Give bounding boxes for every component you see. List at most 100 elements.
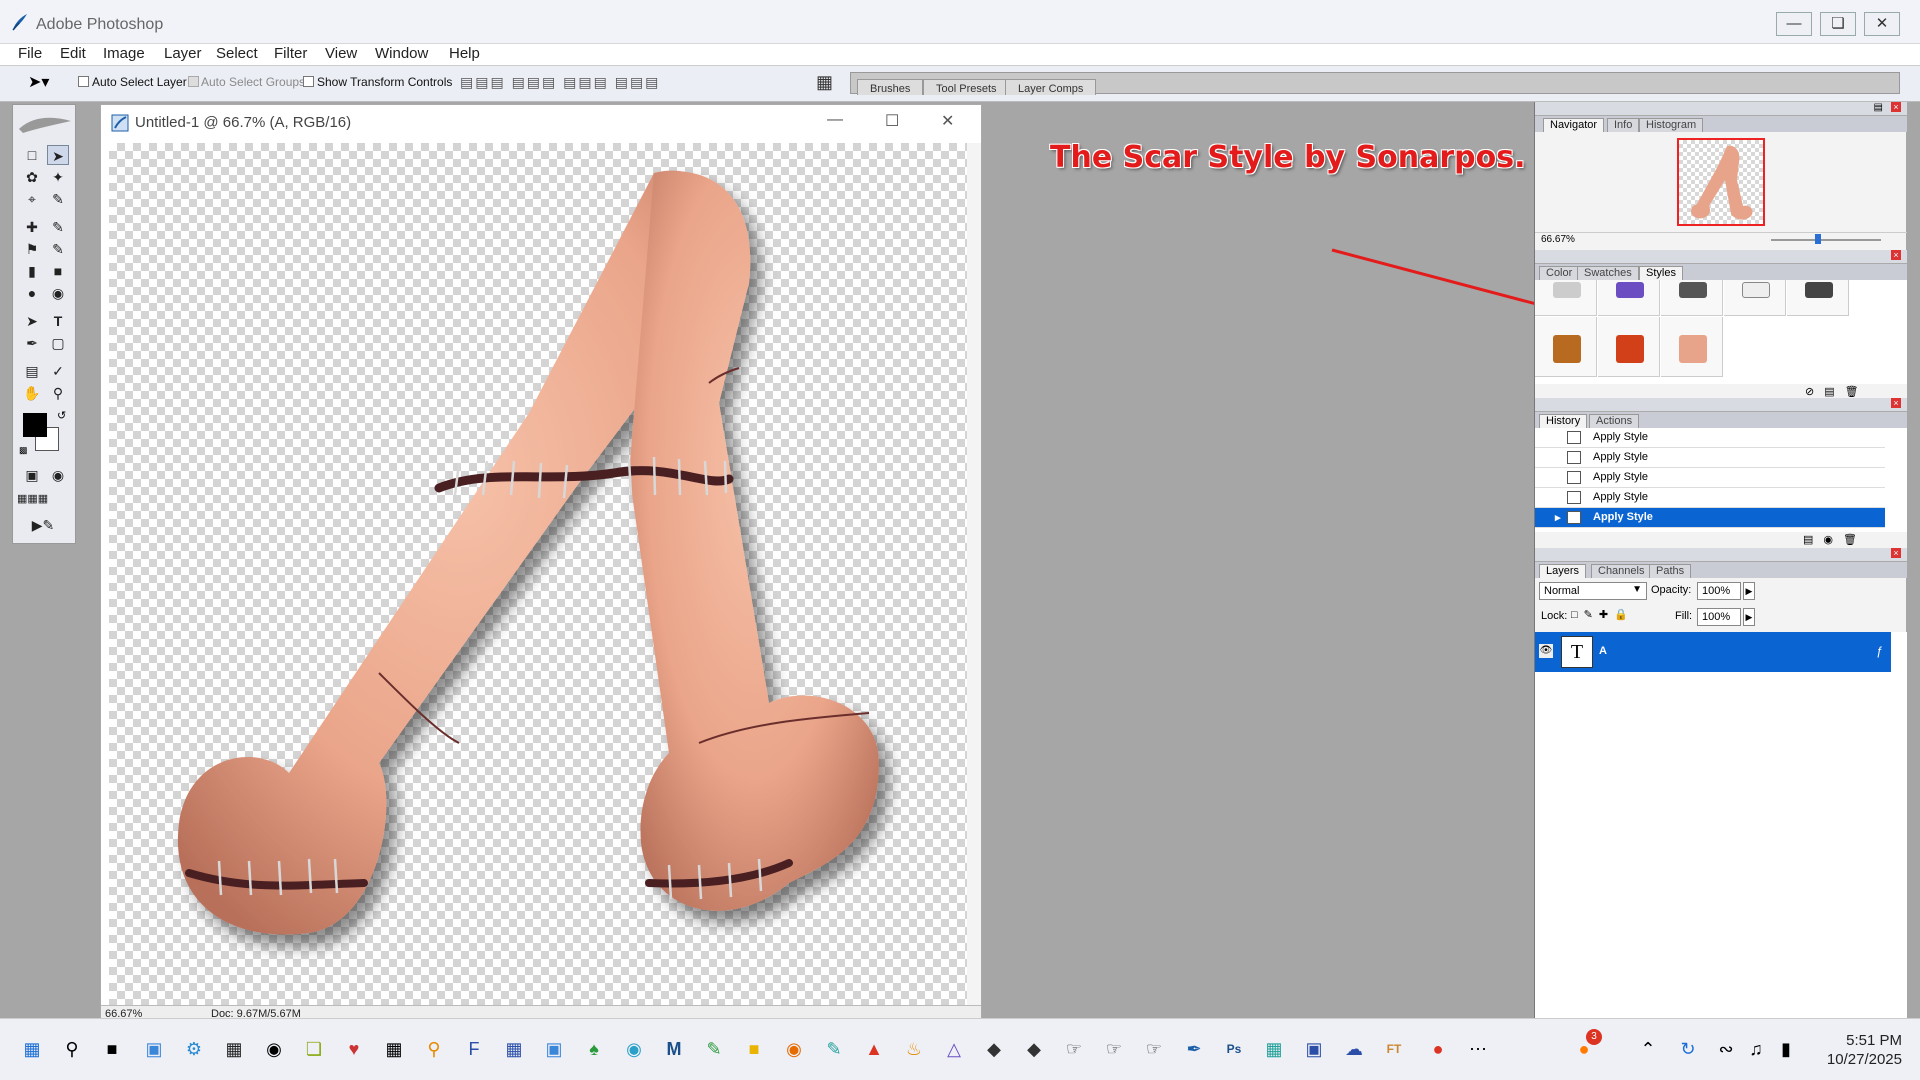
tab-info[interactable]: Info [1607, 118, 1640, 132]
minimize-button[interactable]: — [1776, 12, 1812, 36]
menu-file[interactable]: File [18, 44, 42, 64]
task-view-icon[interactable]: ■ [100, 1037, 124, 1061]
fill-slider-button[interactable]: ▶ [1743, 608, 1755, 626]
file-explorer-icon[interactable]: ■ [742, 1037, 766, 1061]
history-close-icon[interactable]: × [1891, 398, 1901, 408]
healing-brush-tool-icon[interactable]: ✚ [21, 217, 43, 237]
layer-name[interactable]: A [1599, 645, 1607, 657]
tab-navigator[interactable]: Navigator [1543, 118, 1605, 132]
doc-close-button[interactable]: ✕ [941, 111, 954, 131]
menu-filter[interactable]: Filter [274, 44, 307, 64]
doc-minimize-button[interactable]: — [827, 111, 843, 129]
eyedropper-tool-icon[interactable]: ✓ [47, 361, 69, 381]
app-icon-4[interactable]: ◉ [262, 1037, 286, 1061]
history-item[interactable]: Apply Style [1535, 448, 1885, 468]
auto-select-layer-checkbox[interactable] [78, 76, 89, 87]
menu-help[interactable]: Help [449, 44, 480, 64]
app-icon-2[interactable]: ⚙ [182, 1037, 206, 1061]
app-icon-20[interactable]: ◆ [982, 1037, 1006, 1061]
sync-icon[interactable]: ↻ [1676, 1037, 1700, 1061]
zoom-tool-icon[interactable]: ⚲ [47, 383, 69, 403]
default-colors-icon[interactable]: ▩ [19, 445, 28, 456]
history-footer-buttons[interactable]: ▤◉🗑 [1803, 533, 1867, 546]
app-icon-19[interactable]: △ [942, 1037, 966, 1061]
app-icon-14[interactable]: M [662, 1037, 686, 1061]
style-swatch[interactable] [1598, 317, 1660, 377]
magic-wand-tool-icon[interactable]: ✦ [47, 167, 69, 187]
app-icon-3[interactable]: ▦ [222, 1037, 246, 1061]
app-icon-10[interactable]: ▦ [502, 1037, 526, 1061]
windows-start-icon[interactable]: ▦ [20, 1037, 44, 1061]
hand-tool-icon[interactable]: ✋ [21, 383, 43, 403]
layers-close-icon[interactable]: × [1891, 548, 1901, 558]
auto-select-groups-checkbox[interactable] [188, 76, 199, 87]
clock[interactable]: 5:51 PM 10/27/2025 [1827, 1031, 1902, 1069]
menu-layer[interactable]: Layer [164, 44, 202, 64]
tab-layers[interactable]: Layers [1539, 564, 1587, 578]
app-icon-15[interactable]: ✎ [702, 1037, 726, 1061]
history-item[interactable]: Apply Style [1535, 468, 1885, 488]
align-buttons[interactable]: ▤▤▤ ▤▤▤ ▤▤▤ ▤▤▤ [460, 74, 660, 91]
tab-history[interactable]: History [1539, 414, 1588, 428]
layer-row-selected[interactable]: 👁 T A ƒ [1535, 632, 1891, 672]
app-icon-29[interactable]: ● [1426, 1037, 1450, 1061]
shape-tool-icon[interactable]: ▢ [47, 333, 69, 353]
tab-channels[interactable]: Channels [1591, 564, 1652, 578]
app-icon-17[interactable]: ▲ [862, 1037, 886, 1061]
tab-color[interactable]: Color [1539, 266, 1580, 280]
app-icon-25[interactable]: ▦ [1262, 1037, 1286, 1061]
opacity-field[interactable]: 100% [1697, 582, 1741, 600]
tab-histogram[interactable]: Histogram [1639, 118, 1704, 132]
menu-window[interactable]: Window [375, 44, 428, 64]
firefox-icon[interactable]: ◉ [782, 1037, 806, 1061]
chevron-up-icon[interactable]: ⌃ [1636, 1037, 1660, 1061]
style-swatch[interactable] [1661, 280, 1723, 316]
navigator-zoom[interactable]: 66.67% [1541, 234, 1575, 245]
app-icon-1[interactable]: ▣ [142, 1037, 166, 1061]
tab-brushes[interactable]: Brushes [857, 79, 924, 95]
jump-to-imageready-icon[interactable]: ▶✎ [21, 515, 65, 535]
type-tool-icon[interactable]: T [47, 311, 69, 331]
app-icon-9[interactable]: F [462, 1037, 486, 1061]
tab-tool-presets[interactable]: Tool Presets [923, 79, 1010, 95]
styles-close-icon[interactable]: × [1891, 250, 1901, 260]
ps-taskbar-icon[interactable]: Ps [1222, 1037, 1246, 1061]
style-swatch[interactable] [1598, 280, 1660, 316]
clone-stamp-tool-icon[interactable]: ⚑ [21, 239, 43, 259]
slice-tool-icon[interactable]: ✎ [47, 189, 69, 209]
app-icon-7[interactable]: ▦ [382, 1037, 406, 1061]
menu-image[interactable]: Image [103, 44, 145, 64]
style-swatch[interactable] [1535, 280, 1597, 316]
tab-swatches[interactable]: Swatches [1577, 266, 1639, 280]
marquee-tool-icon[interactable]: □ [21, 145, 43, 165]
style-swatch[interactable] [1535, 317, 1597, 377]
app-icon-16[interactable]: ✎ [822, 1037, 846, 1061]
dodge-tool-icon[interactable]: ◉ [47, 283, 69, 303]
screen-mode-icon[interactable]: ▦▦▦ [17, 489, 48, 509]
doc-maximize-button[interactable]: ☐ [885, 111, 899, 131]
style-swatch-scar[interactable] [1661, 317, 1723, 377]
panel-close-icon[interactable]: × [1891, 102, 1901, 112]
restore-button[interactable]: ❏ [1820, 12, 1856, 36]
app-icon-22[interactable]: ☞ [1062, 1037, 1086, 1061]
app-icon-24[interactable]: ☞ [1142, 1037, 1166, 1061]
app-icon-5[interactable]: ❏ [302, 1037, 326, 1061]
menu-select[interactable]: Select [216, 44, 258, 64]
notes-tool-icon[interactable]: ▤ [21, 361, 43, 381]
lock-buttons[interactable]: □✎✚🔒 [1571, 608, 1634, 621]
app-icon-12[interactable]: ♠ [582, 1037, 606, 1061]
menu-edit[interactable]: Edit [60, 44, 86, 64]
volume-icon[interactable]: ♫ [1744, 1037, 1768, 1061]
style-swatch[interactable] [1724, 280, 1786, 316]
app-icon-18[interactable]: ♨ [902, 1037, 926, 1061]
quick-mask-mode-icon[interactable]: ◉ [47, 465, 69, 485]
opacity-slider-button[interactable]: ▶ [1743, 582, 1755, 600]
app-icon-26[interactable]: ▣ [1302, 1037, 1326, 1061]
path-selection-tool-icon[interactable]: ➤ [21, 311, 43, 331]
history-brush-tool-icon[interactable]: ✎ [47, 239, 69, 259]
visibility-eye-icon[interactable]: 👁 [1539, 644, 1553, 658]
gradient-tool-icon[interactable]: ■ [47, 261, 69, 281]
app-icon-27[interactable]: ☁ [1342, 1037, 1366, 1061]
app-icon-28[interactable]: FT [1382, 1037, 1406, 1061]
swap-colors-icon[interactable]: ↺ [57, 409, 66, 422]
